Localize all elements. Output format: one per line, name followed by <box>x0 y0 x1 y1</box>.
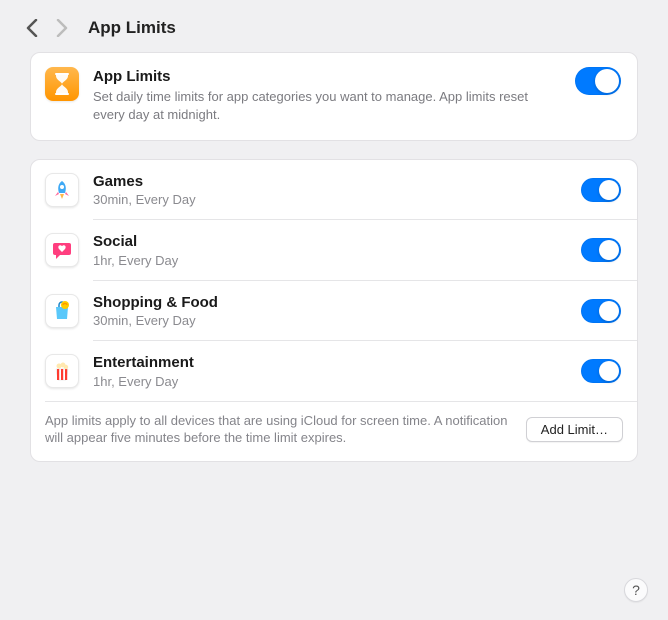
category-row-shopping[interactable]: Shopping & Food 30min, Every Day <box>31 281 637 341</box>
page-title: App Limits <box>88 18 176 38</box>
main-row: App Limits Set daily time limits for app… <box>31 53 637 140</box>
category-name: Social <box>93 232 567 252</box>
category-detail: 1hr, Every Day <box>93 374 567 389</box>
help-button[interactable]: ? <box>624 578 648 602</box>
category-row-social[interactable]: Social 1hr, Every Day <box>31 220 637 280</box>
chevron-left-icon <box>26 19 38 37</box>
category-detail: 1hr, Every Day <box>93 253 567 268</box>
main-card: App Limits Set daily time limits for app… <box>30 52 638 141</box>
footer-row: App limits apply to all devices that are… <box>31 402 637 461</box>
footer-note: App limits apply to all devices that are… <box>45 412 512 447</box>
category-name: Games <box>93 172 567 192</box>
category-text: Games 30min, Every Day <box>93 172 567 208</box>
add-limit-button[interactable]: Add Limit… <box>526 417 623 442</box>
main-row-text: App Limits Set daily time limits for app… <box>93 67 561 124</box>
rocket-icon <box>45 173 79 207</box>
category-name: Shopping & Food <box>93 293 567 313</box>
main-description: Set daily time limits for app categories… <box>93 88 561 124</box>
forward-button[interactable] <box>56 19 68 37</box>
shopping-bag-icon <box>45 294 79 328</box>
category-detail: 30min, Every Day <box>93 192 567 207</box>
category-toggle-games[interactable] <box>581 178 621 202</box>
back-button[interactable] <box>26 19 38 37</box>
nav-arrows <box>26 19 68 37</box>
chat-heart-icon <box>45 233 79 267</box>
category-toggle-shopping[interactable] <box>581 299 621 323</box>
popcorn-icon <box>45 354 79 388</box>
hourglass-icon <box>45 67 79 101</box>
category-name: Entertainment <box>93 353 567 373</box>
category-toggle-social[interactable] <box>581 238 621 262</box>
chevron-right-icon <box>56 19 68 37</box>
main-title: App Limits <box>93 67 561 87</box>
category-text: Entertainment 1hr, Every Day <box>93 353 567 389</box>
category-text: Shopping & Food 30min, Every Day <box>93 293 567 329</box>
category-toggle-entertainment[interactable] <box>581 359 621 383</box>
app-limits-pane: App Limits App Limits Set daily time lim… <box>0 0 668 462</box>
category-row-games[interactable]: Games 30min, Every Day <box>31 160 637 220</box>
content: App Limits Set daily time limits for app… <box>0 52 668 462</box>
header: App Limits <box>0 0 668 52</box>
categories-card: Games 30min, Every Day Social 1hr, Every… <box>30 159 638 462</box>
app-limits-toggle[interactable] <box>575 67 621 95</box>
category-text: Social 1hr, Every Day <box>93 232 567 268</box>
category-detail: 30min, Every Day <box>93 313 567 328</box>
category-row-entertainment[interactable]: Entertainment 1hr, Every Day <box>31 341 637 401</box>
